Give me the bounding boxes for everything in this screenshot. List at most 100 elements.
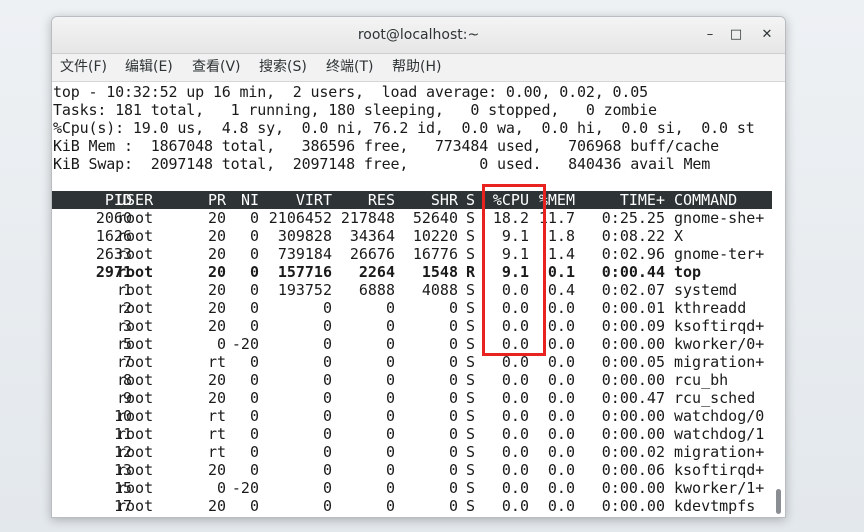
cell-pr: 20 bbox=[207, 281, 226, 299]
column-header-cpu: %CPU bbox=[492, 191, 529, 209]
cell-cpu: 0.0 bbox=[501, 335, 529, 353]
summary-swap: KiB Swap: 2097148 total, 2097148 free, 0… bbox=[53, 155, 711, 173]
cell-res: 0 bbox=[385, 425, 395, 443]
menu-file[interactable]: 文件(F) bbox=[60, 54, 107, 81]
cell-ni: 0 bbox=[249, 245, 259, 263]
cell-shr: 0 bbox=[448, 443, 458, 461]
summary-tasks: Tasks: 181 total, 1 running, 180 sleepin… bbox=[53, 101, 657, 119]
process-row: 3 root 20 0 0 0 0 S 0.0 0.0 0:00.09 ksoftirqd+ bbox=[52, 317, 772, 335]
cell-time: 0:02.96 bbox=[601, 245, 665, 263]
cell-time: 0:00.02 bbox=[601, 443, 665, 461]
minimize-icon[interactable]: – bbox=[701, 26, 719, 44]
cell-res: 0 bbox=[385, 335, 395, 353]
cell-ni: 0 bbox=[249, 371, 259, 389]
cell-mem: 11.7 bbox=[538, 209, 575, 227]
column-header-shr: SHR bbox=[430, 191, 458, 209]
cell-res: 26676 bbox=[349, 245, 395, 263]
cell-state: S bbox=[466, 461, 476, 479]
cell-user: root bbox=[117, 389, 154, 407]
terminal-output[interactable]: top - 10:32:52 up 16 min, 2 users, load … bbox=[52, 82, 772, 517]
cell-state: S bbox=[466, 389, 476, 407]
cell-cpu: 0.0 bbox=[501, 299, 529, 317]
cell-pr: rt bbox=[207, 353, 226, 371]
cell-res: 0 bbox=[385, 443, 395, 461]
cell-user: root bbox=[117, 407, 154, 425]
summary-cpu: %Cpu(s): 19.0 us, 4.8 sy, 0.0 ni, 76.2 i… bbox=[53, 119, 755, 137]
cell-user: root bbox=[117, 209, 154, 227]
cell-user: root bbox=[117, 479, 154, 497]
cell-virt: 0 bbox=[322, 299, 332, 317]
cell-cpu: 18.2 bbox=[492, 209, 529, 227]
cell-pr: 20 bbox=[207, 317, 226, 335]
cell-cpu: 0.0 bbox=[501, 371, 529, 389]
cell-time: 0:00.44 bbox=[601, 263, 665, 281]
menu-help[interactable]: 帮助(H) bbox=[392, 54, 441, 81]
cell-time: 0:00.47 bbox=[601, 389, 665, 407]
cell-time: 0:00.05 bbox=[601, 353, 665, 371]
process-row: 1 root 20 0 193752 6888 4088 S 0.0 0.4 0:02.07 syst… bbox=[52, 281, 772, 299]
cell-shr: 0 bbox=[448, 371, 458, 389]
cell-shr: 0 bbox=[448, 299, 458, 317]
cell-cpu: 0.0 bbox=[501, 425, 529, 443]
cell-time: 0:00.00 bbox=[601, 407, 665, 425]
cell-pr: 20 bbox=[207, 245, 226, 263]
cell-shr: 0 bbox=[448, 353, 458, 371]
cell-mem: 0.0 bbox=[547, 461, 575, 479]
cell-time: 0:00.00 bbox=[601, 335, 665, 353]
scrollbar[interactable] bbox=[772, 82, 785, 517]
cell-ni: 0 bbox=[249, 227, 259, 245]
menu-view[interactable]: 查看(V) bbox=[192, 54, 241, 81]
column-header-ni: NI bbox=[240, 191, 259, 209]
maximize-icon[interactable]: □ bbox=[727, 26, 745, 44]
cell-shr: 0 bbox=[448, 389, 458, 407]
cell-ni: 0 bbox=[249, 497, 259, 515]
close-icon[interactable]: ✕ bbox=[758, 26, 776, 44]
cell-ni: -20 bbox=[231, 479, 259, 497]
process-table-header: PID USER PR NI VIRT RES SHR S %CPU %MEM TIME+ COMMA… bbox=[52, 191, 772, 209]
cell-pr: 20 bbox=[207, 227, 226, 245]
cell-time: 0:00.00 bbox=[601, 425, 665, 443]
cell-user: root bbox=[117, 353, 154, 371]
cell-shr: 0 bbox=[448, 335, 458, 353]
cell-pr: rt bbox=[207, 407, 226, 425]
cell-user: root bbox=[117, 371, 154, 389]
cell-user: root bbox=[117, 245, 154, 263]
title-bar[interactable]: root@localhost:~ – □ ✕ bbox=[52, 17, 785, 54]
column-header-virt: VIRT bbox=[295, 191, 332, 209]
cell-mem: 1.4 bbox=[547, 245, 575, 263]
cell-time: 0:00.01 bbox=[601, 299, 665, 317]
cell-time: 0:00.00 bbox=[601, 371, 665, 389]
cell-ni: 0 bbox=[249, 263, 259, 281]
cell-shr: 0 bbox=[448, 479, 458, 497]
cell-mem: 0.4 bbox=[547, 281, 575, 299]
cell-command: top bbox=[674, 263, 702, 281]
cell-ni: 0 bbox=[249, 353, 259, 371]
cell-cpu: 9.1 bbox=[501, 263, 529, 281]
cell-state: S bbox=[466, 281, 476, 299]
menu-search[interactable]: 搜索(S) bbox=[259, 54, 307, 81]
cell-state: S bbox=[466, 299, 476, 317]
cell-mem: 0.0 bbox=[547, 497, 575, 515]
cell-pr: 20 bbox=[207, 371, 226, 389]
cell-mem: 0.0 bbox=[547, 425, 575, 443]
menu-terminal[interactable]: 终端(T) bbox=[326, 54, 373, 81]
cell-ni: 0 bbox=[249, 299, 259, 317]
scrollbar-thumb[interactable] bbox=[776, 489, 781, 514]
terminal-window[interactable]: root@localhost:~ – □ ✕ 文件(F) 编辑(E) 查看(V)… bbox=[51, 16, 786, 518]
menu-bar: 文件(F) 编辑(E) 查看(V) 搜索(S) 终端(T) 帮助(H) bbox=[52, 54, 785, 82]
column-header-time: TIME+ bbox=[619, 191, 665, 209]
cell-virt: 0 bbox=[322, 353, 332, 371]
cell-state: S bbox=[466, 227, 476, 245]
cell-virt: 0 bbox=[322, 497, 332, 515]
cell-pr: rt bbox=[207, 443, 226, 461]
cell-shr: 0 bbox=[448, 497, 458, 515]
column-header-pr: PR bbox=[207, 191, 226, 209]
menu-edit[interactable]: 编辑(E) bbox=[125, 54, 173, 81]
cell-command: kworker/1+ bbox=[674, 479, 765, 497]
cell-mem: 0.0 bbox=[547, 479, 575, 497]
column-header-user: USER bbox=[117, 191, 154, 209]
cell-ni: -20 bbox=[231, 335, 259, 353]
cell-time: 0:25.25 bbox=[601, 209, 665, 227]
cell-mem: 0.0 bbox=[547, 389, 575, 407]
cell-virt: 0 bbox=[322, 479, 332, 497]
